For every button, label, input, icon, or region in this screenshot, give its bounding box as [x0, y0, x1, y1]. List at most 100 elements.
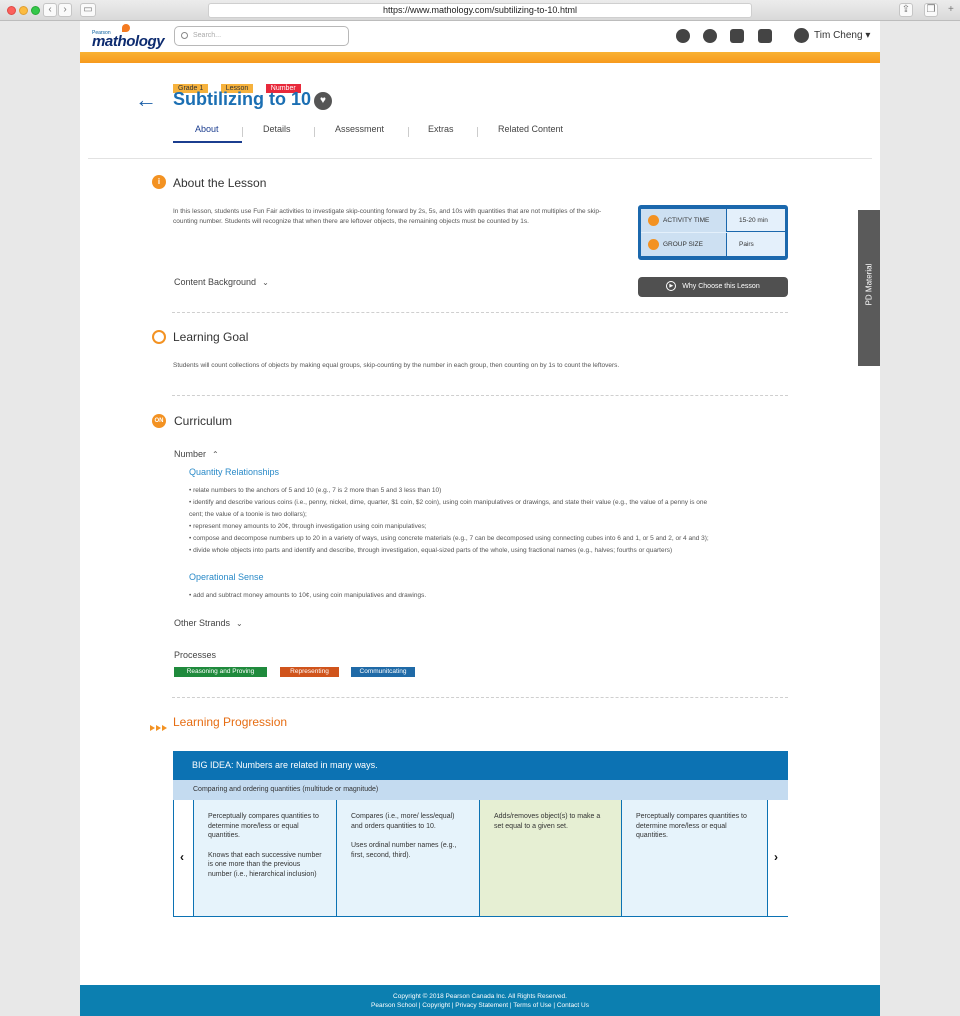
section-divider	[172, 395, 788, 396]
page: Pearson mathology Search... Tim Cheng ▾ …	[80, 21, 880, 1016]
number-strand-label: Number	[174, 449, 207, 459]
search-placeholder: Search...	[193, 32, 222, 39]
user-menu[interactable]: Tim Cheng ▾	[794, 27, 870, 45]
qr-bullet: • relate numbers to the anchors of 5 and…	[189, 487, 442, 494]
lesson-tabs: About Details Assessment Extras Related …	[173, 124, 693, 144]
chevron-down-icon: ⌄	[262, 278, 269, 287]
about-text: In this lesson, students use Fun Fair ac…	[173, 208, 602, 225]
progression-card[interactable]: Compares (i.e., more/ less/equal) and or…	[336, 800, 479, 916]
card-text: Perceptually compares quantities to dete…	[636, 813, 747, 839]
resources-menu-icon[interactable]	[730, 29, 744, 43]
processes-label: Processes	[174, 650, 217, 660]
calendar-icon[interactable]	[758, 29, 772, 43]
browser-toolbar: ‹ › ▭ https://www.mathology.com/subtiliz…	[0, 0, 960, 21]
user-avatar-icon	[794, 27, 809, 43]
zoom-window-button[interactable]	[31, 6, 40, 15]
tab-related-content[interactable]: Related Content	[498, 124, 563, 134]
favorites-heart-icon[interactable]	[703, 29, 717, 43]
why-choose-label: Why Choose this Lesson	[682, 283, 760, 290]
qr-bullet: • identify and describe various coins (i…	[189, 499, 708, 506]
divider	[88, 158, 872, 159]
content-background-label: Content Background	[174, 277, 257, 287]
quantity-relationships-heading: Quantity Relationships	[189, 467, 280, 477]
ontario-icon: ON	[152, 414, 166, 428]
chevron-left-icon[interactable]: ‹	[180, 850, 184, 864]
user-name: Tim Cheng	[814, 30, 863, 41]
active-tab-indicator	[173, 141, 242, 143]
tab-divider	[314, 127, 315, 137]
tab-divider	[242, 127, 243, 137]
group-size-label: GROUP SIZE	[641, 233, 727, 256]
qr-bullet: cent; the value of a toonie is two dolla…	[189, 511, 307, 518]
section-divider	[172, 697, 788, 698]
mathology-logo[interactable]: Pearson mathology	[92, 24, 165, 50]
comparing-row: Comparing and ordering quantities (multi…	[173, 780, 788, 800]
chevron-right-icon[interactable]: ›	[774, 850, 778, 864]
footer: Copyright © 2018 Pearson Canada Inc. All…	[80, 985, 880, 1016]
activity-time-label: ACTIVITY TIME	[641, 209, 727, 232]
section-divider	[172, 312, 788, 313]
group-size-value: Pairs	[739, 241, 754, 248]
back-arrow-icon[interactable]: ←	[135, 87, 157, 113]
tab-assessment[interactable]: Assessment	[335, 124, 384, 134]
search-icon	[181, 32, 188, 39]
number-strand-toggle[interactable]: Number ⌃	[174, 449, 219, 459]
logo-text: mathology	[92, 33, 165, 50]
progression-card[interactable]: Perceptually compares quantities to dete…	[621, 800, 767, 916]
progression-cards: ‹ Perceptually compares quantities to de…	[173, 800, 788, 917]
other-strands-toggle[interactable]: Other Strands ⌄	[174, 618, 243, 628]
clock-icon	[648, 215, 659, 226]
tab-extras[interactable]: Extras	[428, 124, 454, 134]
card-text: Perceptually compares quantities to dete…	[208, 813, 319, 839]
tab-divider	[408, 127, 409, 137]
target-icon	[152, 330, 166, 344]
card-text: Knows that each successive number is one…	[208, 851, 322, 878]
activity-time-value: 15-20 min	[739, 217, 768, 224]
curriculum-heading: Curriculum	[174, 414, 233, 428]
progression-card[interactable]: Perceptually compares quantities to dete…	[193, 800, 336, 916]
address-bar[interactable]: https://www.mathology.com/subtilizing-to…	[208, 3, 752, 18]
process-badge-communicating: Communitcating	[351, 667, 415, 677]
pd-material-tab[interactable]: PD Material	[858, 210, 880, 366]
header-accent-bar	[80, 52, 880, 63]
page-title: Subtilizing to 10	[173, 89, 311, 109]
user-menu-chevron-icon: ▾	[865, 30, 871, 41]
process-badge-reasoning: Reasoning and Proving	[174, 667, 267, 677]
minimize-window-button[interactable]	[19, 6, 28, 15]
card-text: Adds/removes object(s) to make a set equ…	[494, 813, 601, 830]
sidebar-toggle-icon[interactable]: ▭	[80, 3, 96, 17]
tab-divider	[477, 127, 478, 137]
learning-progression-heading: Learning Progression	[173, 715, 288, 729]
tab-about[interactable]: About	[195, 124, 219, 134]
info-icon: i	[152, 175, 166, 189]
copyright-text: Copyright © 2018 Pearson Canada Inc. All…	[393, 993, 567, 1000]
content-background-toggle[interactable]: Content Background ⌄	[174, 277, 269, 287]
os-bullet: • add and subtract money amounts to 10¢,…	[189, 592, 427, 599]
learning-goal-heading: Learning Goal	[173, 330, 249, 344]
new-tab-icon[interactable]: +	[948, 4, 954, 15]
favorite-heart-icon[interactable]: ♥	[314, 92, 332, 110]
about-heading: About the Lesson	[173, 176, 267, 190]
tab-details[interactable]: Details	[263, 124, 291, 134]
home-icon[interactable]	[676, 29, 690, 43]
search-input[interactable]: Search...	[174, 26, 349, 46]
group-icon	[648, 239, 659, 250]
tabs-icon[interactable]: ❐	[924, 3, 938, 17]
qr-bullet: • divide whole objects into parts and id…	[189, 547, 673, 554]
site-header: Pearson mathology Search... Tim Cheng ▾	[80, 21, 880, 52]
footer-links[interactable]: Pearson School | Copyright | Privacy Sta…	[80, 1001, 880, 1010]
forward-nav-icon[interactable]: ›	[58, 3, 72, 17]
activity-time-row: ACTIVITY TIME 15-20 min	[641, 209, 785, 232]
process-badge-representing: Representing	[280, 667, 339, 677]
card-text: Compares (i.e., more/ less/equal) and or…	[351, 813, 455, 830]
close-window-button[interactable]	[7, 6, 16, 15]
chevron-down-icon: ⌄	[236, 619, 243, 628]
card-text: Uses ordinal number names (e.g., first, …	[351, 842, 457, 859]
back-nav-icon[interactable]: ‹	[43, 3, 57, 17]
progression-card[interactable]: Adds/removes object(s) to make a set equ…	[479, 800, 621, 916]
chevron-up-icon: ⌃	[212, 450, 219, 459]
share-icon[interactable]: ⇪	[899, 3, 913, 17]
big-idea-banner: BIG IDEA: Numbers are related in many wa…	[173, 751, 788, 780]
why-choose-lesson-button[interactable]: ▶ Why Choose this Lesson	[638, 277, 788, 297]
group-size-row: GROUP SIZE Pairs	[641, 233, 785, 256]
